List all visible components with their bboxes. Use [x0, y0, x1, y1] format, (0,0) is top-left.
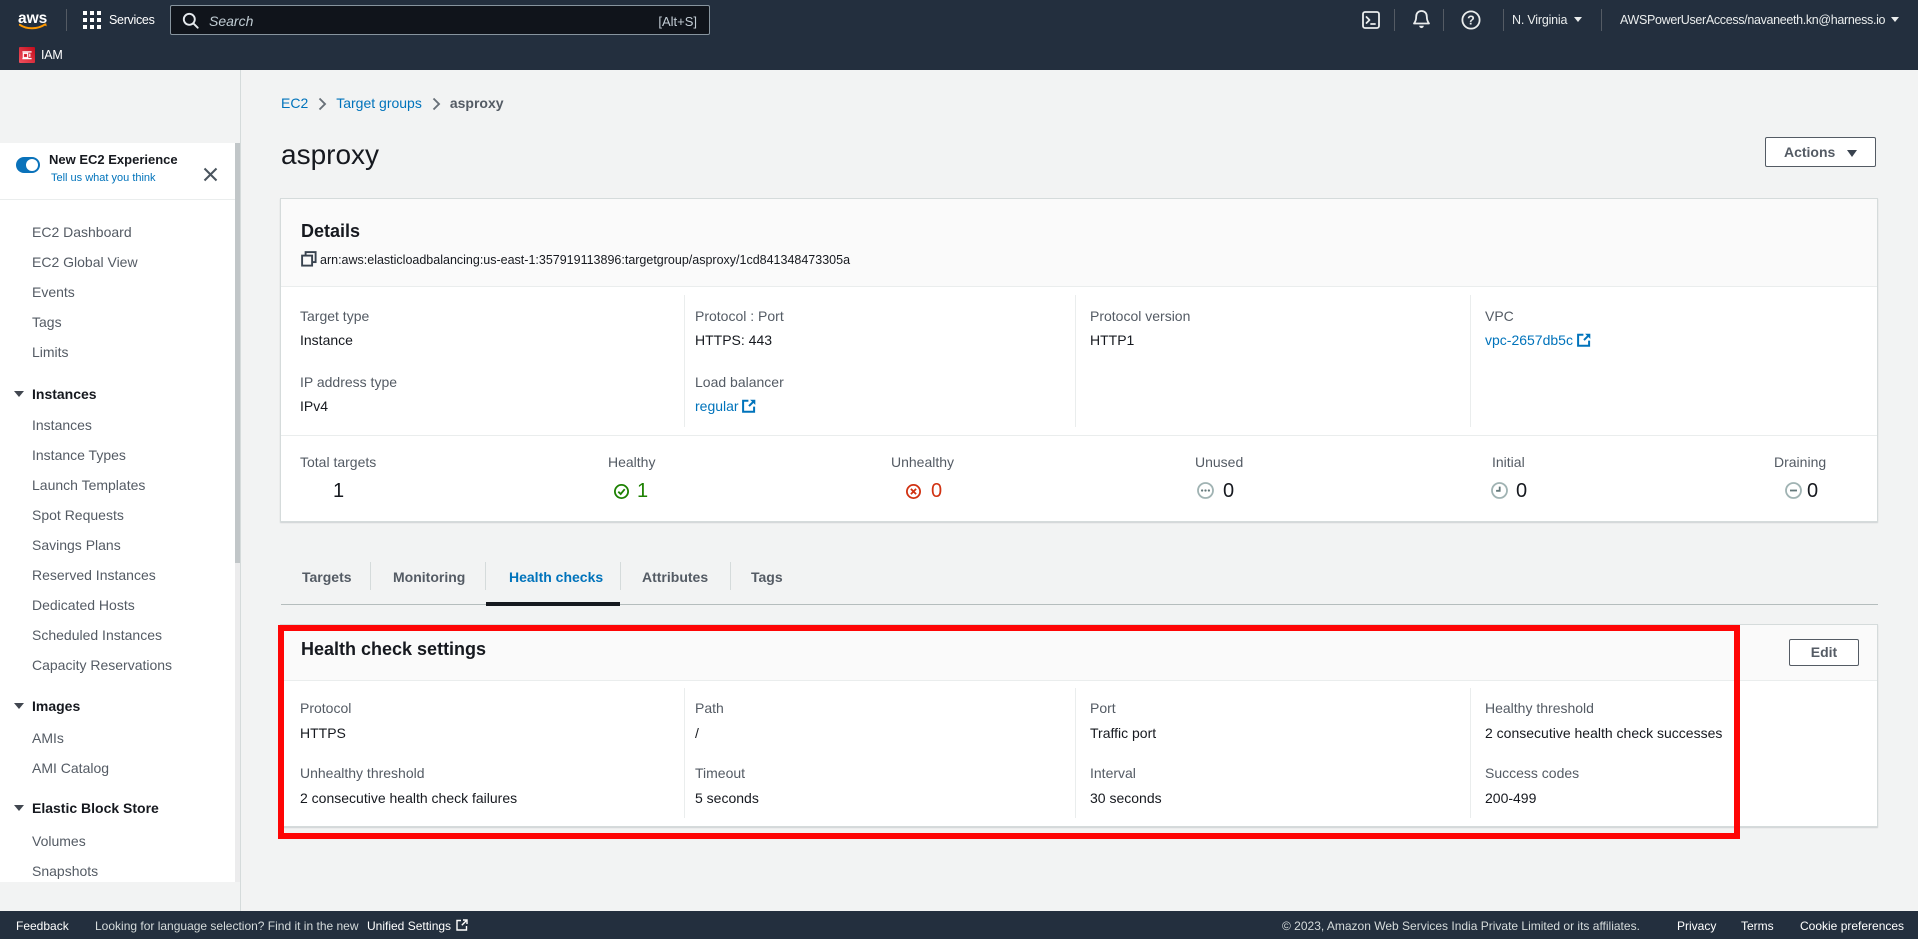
svg-text:aws: aws: [18, 10, 47, 27]
svg-text:?: ?: [1467, 14, 1475, 28]
